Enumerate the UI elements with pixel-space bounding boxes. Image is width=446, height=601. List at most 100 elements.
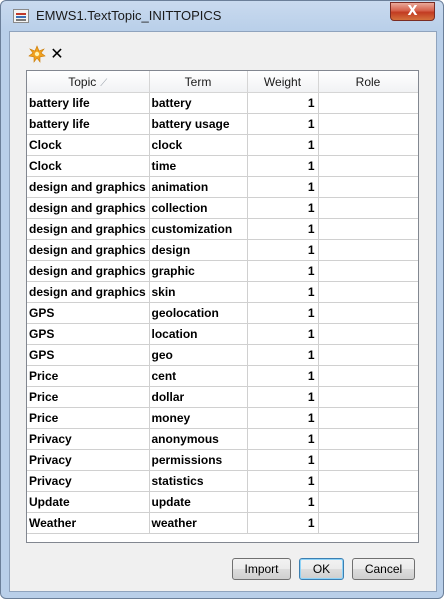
cell-weight[interactable]: 1: [247, 491, 319, 513]
cell-weight[interactable]: 1: [247, 218, 319, 240]
table-row[interactable]: Clock time 1: [27, 155, 418, 177]
cell-topic[interactable]: Price: [27, 407, 150, 429]
cell-term[interactable]: location: [149, 323, 248, 345]
column-header-term[interactable]: Term: [149, 71, 248, 93]
cell-topic[interactable]: Privacy: [27, 470, 150, 492]
table-row[interactable]: Price cent 1: [27, 365, 418, 387]
cell-term[interactable]: battery usage: [149, 113, 248, 135]
cell-topic[interactable]: Update: [27, 491, 150, 513]
table-row[interactable]: design and graphics graphic 1: [27, 260, 418, 282]
cell-weight[interactable]: 1: [247, 323, 319, 345]
cell-term[interactable]: design: [149, 239, 248, 261]
cell-role[interactable]: [318, 512, 418, 534]
cancel-button[interactable]: Cancel: [352, 558, 415, 580]
ok-button[interactable]: OK: [299, 558, 344, 580]
cell-topic[interactable]: Price: [27, 386, 150, 408]
cell-topic[interactable]: Privacy: [27, 428, 150, 450]
cell-term[interactable]: statistics: [149, 470, 248, 492]
cell-role[interactable]: [318, 239, 418, 261]
column-header-weight[interactable]: Weight: [247, 71, 319, 93]
table-row[interactable]: design and graphics customization 1: [27, 218, 418, 240]
table-row[interactable]: Price dollar 1: [27, 386, 418, 408]
cell-topic[interactable]: GPS: [27, 323, 150, 345]
cell-weight[interactable]: 1: [247, 365, 319, 387]
cell-topic[interactable]: Clock: [27, 134, 150, 156]
cell-role[interactable]: [318, 365, 418, 387]
cell-topic[interactable]: Price: [27, 365, 150, 387]
cell-weight[interactable]: 1: [247, 302, 319, 324]
close-button[interactable]: X: [390, 2, 435, 21]
table-row[interactable]: Privacy anonymous 1: [27, 428, 418, 450]
cell-term[interactable]: collection: [149, 197, 248, 219]
cell-topic[interactable]: design and graphics: [27, 239, 150, 261]
cell-topic[interactable]: GPS: [27, 344, 150, 366]
cell-term[interactable]: skin: [149, 281, 248, 303]
delete-x-icon[interactable]: ✕: [48, 45, 66, 63]
cell-term[interactable]: anonymous: [149, 428, 248, 450]
cell-weight[interactable]: 1: [247, 386, 319, 408]
cell-weight[interactable]: 1: [247, 155, 319, 177]
cell-term[interactable]: dollar: [149, 386, 248, 408]
cell-role[interactable]: [318, 218, 418, 240]
cell-term[interactable]: geo: [149, 344, 248, 366]
cell-role[interactable]: [318, 176, 418, 198]
cell-term[interactable]: customization: [149, 218, 248, 240]
cell-topic[interactable]: design and graphics: [27, 197, 150, 219]
cell-role[interactable]: [318, 134, 418, 156]
table-row[interactable]: battery life battery 1: [27, 92, 418, 114]
cell-role[interactable]: [318, 155, 418, 177]
cell-weight[interactable]: 1: [247, 428, 319, 450]
cell-term[interactable]: cent: [149, 365, 248, 387]
cell-weight[interactable]: 1: [247, 344, 319, 366]
cell-role[interactable]: [318, 344, 418, 366]
title-bar[interactable]: EMWS1.TextTopic_INITTOPICS X: [1, 1, 443, 31]
cell-weight[interactable]: 1: [247, 113, 319, 135]
table-row[interactable]: design and graphics collection 1: [27, 197, 418, 219]
cell-role[interactable]: [318, 260, 418, 282]
cell-term[interactable]: time: [149, 155, 248, 177]
column-header-role[interactable]: Role: [318, 71, 418, 93]
cell-term[interactable]: graphic: [149, 260, 248, 282]
cell-role[interactable]: [318, 197, 418, 219]
table-row[interactable]: GPS geolocation 1: [27, 302, 418, 324]
cell-weight[interactable]: 1: [247, 281, 319, 303]
table-row[interactable]: Price money 1: [27, 407, 418, 429]
cell-term[interactable]: permissions: [149, 449, 248, 471]
table-row[interactable]: Privacy permissions 1: [27, 449, 418, 471]
cell-role[interactable]: [318, 491, 418, 513]
cell-term[interactable]: update: [149, 491, 248, 513]
table-row[interactable]: design and graphics animation 1: [27, 176, 418, 198]
cell-role[interactable]: [318, 428, 418, 450]
table-row[interactable]: design and graphics skin 1: [27, 281, 418, 303]
cell-weight[interactable]: 1: [247, 407, 319, 429]
cell-topic[interactable]: design and graphics: [27, 218, 150, 240]
cell-weight[interactable]: 1: [247, 512, 319, 534]
cell-weight[interactable]: 1: [247, 197, 319, 219]
cell-role[interactable]: [318, 449, 418, 471]
cell-topic[interactable]: design and graphics: [27, 260, 150, 282]
cell-role[interactable]: [318, 281, 418, 303]
cell-weight[interactable]: 1: [247, 239, 319, 261]
cell-topic[interactable]: battery life: [27, 113, 150, 135]
cell-term[interactable]: clock: [149, 134, 248, 156]
cell-role[interactable]: [318, 386, 418, 408]
cell-term[interactable]: battery: [149, 92, 248, 114]
table-row[interactable]: Update update 1: [27, 491, 418, 513]
cell-role[interactable]: [318, 407, 418, 429]
table-row[interactable]: design and graphics design 1: [27, 239, 418, 261]
cell-weight[interactable]: 1: [247, 176, 319, 198]
cell-topic[interactable]: Weather: [27, 512, 150, 534]
cell-role[interactable]: [318, 113, 418, 135]
cell-term[interactable]: weather: [149, 512, 248, 534]
cell-topic[interactable]: design and graphics: [27, 281, 150, 303]
cell-weight[interactable]: 1: [247, 134, 319, 156]
cell-topic[interactable]: GPS: [27, 302, 150, 324]
column-header-topic[interactable]: Topic ⟋: [27, 71, 150, 93]
cell-term[interactable]: money: [149, 407, 248, 429]
cell-weight[interactable]: 1: [247, 470, 319, 492]
table-row[interactable]: battery life battery usage 1: [27, 113, 418, 135]
cell-role[interactable]: [318, 92, 418, 114]
import-button[interactable]: Import: [232, 558, 291, 580]
cell-weight[interactable]: 1: [247, 260, 319, 282]
cell-term[interactable]: geolocation: [149, 302, 248, 324]
